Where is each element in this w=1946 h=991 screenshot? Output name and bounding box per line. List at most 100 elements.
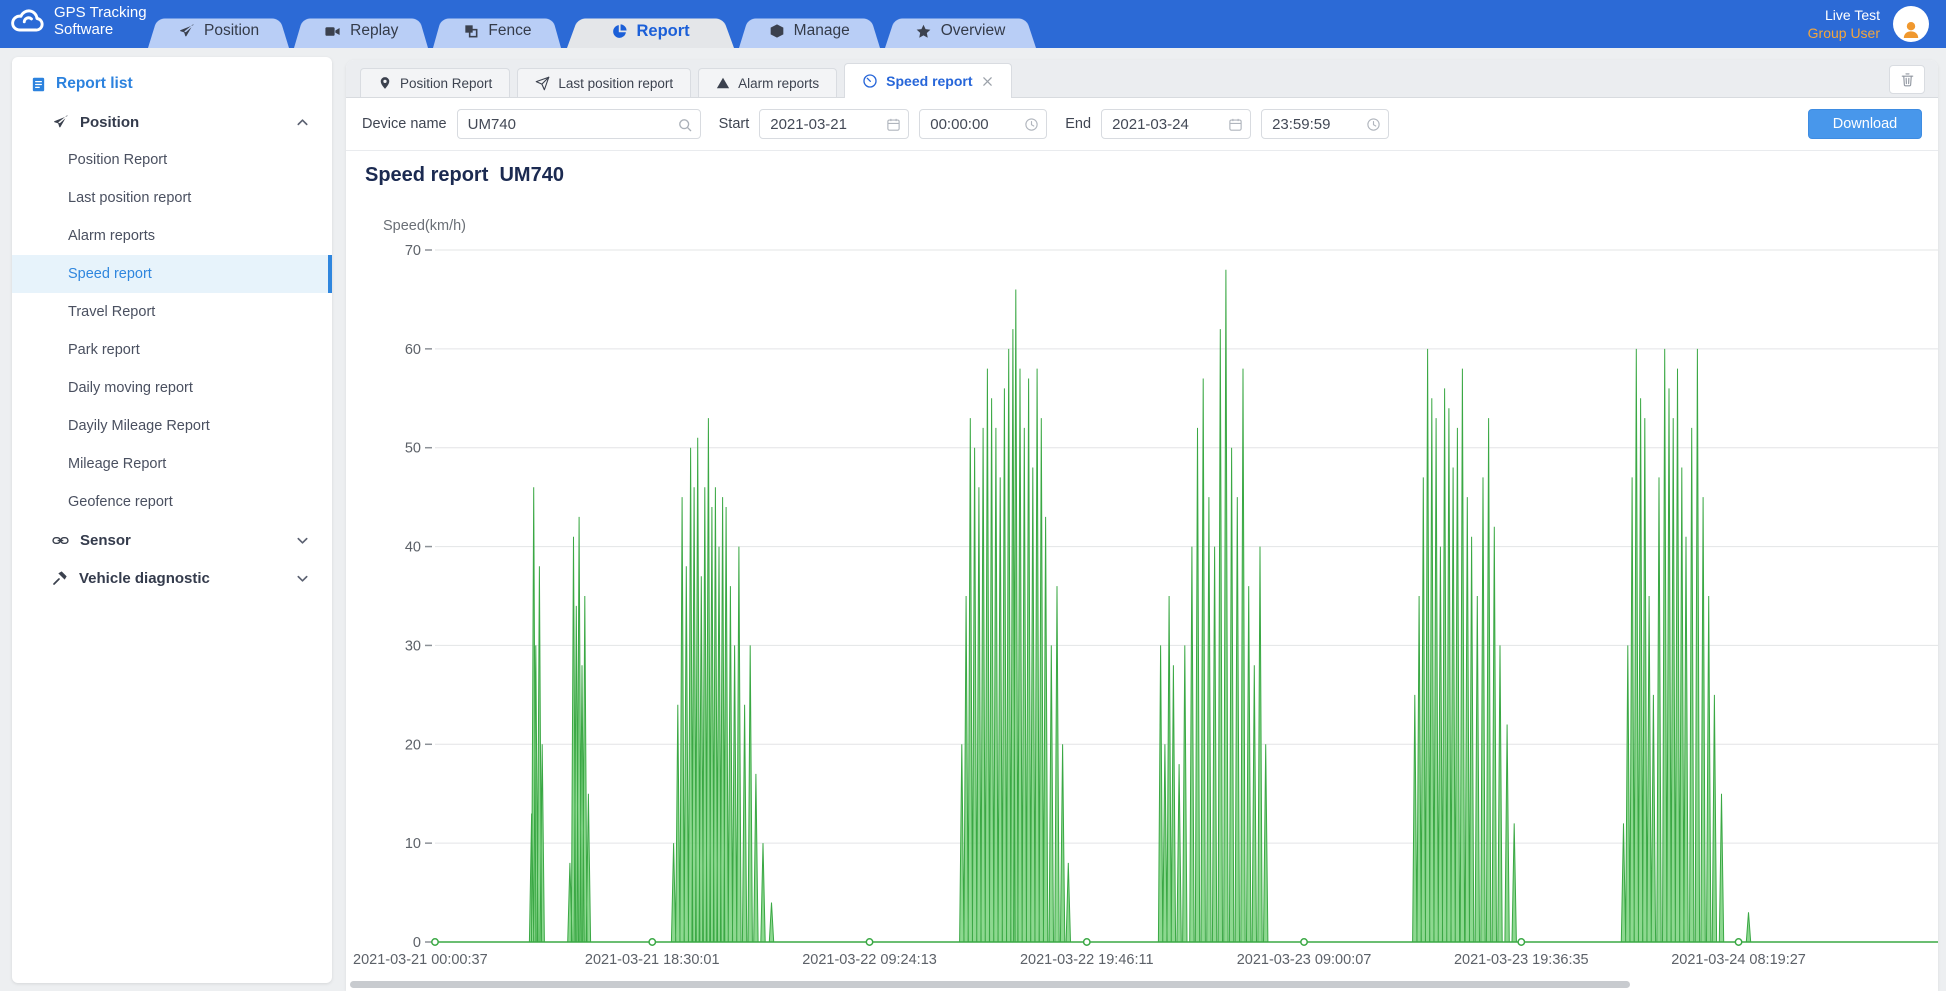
y-tick-label: 20 (405, 737, 421, 753)
y-tick-label: 50 (405, 441, 421, 457)
sidebar-sections: Position Position ReportLast position rep… (12, 103, 332, 597)
report-doc-tabs: Position Report Last position report Alarm… (360, 63, 1012, 97)
clear-tabs-button[interactable] (1889, 65, 1925, 94)
report-workspace: Position Report Last position report Alarm… (346, 60, 1938, 990)
x-tick-label: 2021-03-21 00:00:37 (353, 952, 488, 968)
nav-tab-label: Manage (794, 22, 850, 40)
sidebar-item-park-report[interactable]: Park report (12, 331, 332, 369)
person-icon (1899, 18, 1923, 42)
chart-title: Speed report UM740 (365, 164, 564, 187)
paper-plane-icon (52, 114, 69, 131)
nav-tab-overview[interactable]: Overview (885, 14, 1036, 48)
y-tick-label: 70 (405, 243, 421, 259)
doc-tab-label: Speed report (886, 73, 972, 89)
sidebar-item-mileage-report[interactable]: Mileage Report (12, 445, 332, 483)
report-tabbar: Position Report Last position report Alarm… (346, 60, 1938, 98)
y-tick-label: 60 (405, 342, 421, 358)
sidebar-section-label: Vehicle diagnostic (79, 570, 210, 587)
x-tick-label: 2021-03-22 19:46:11 (1020, 952, 1154, 968)
nav-tab-label: Replay (350, 22, 398, 40)
doc-tab-last-position-report[interactable]: Last position report (517, 68, 691, 97)
close-tab-icon[interactable] (981, 75, 994, 88)
end-label: End (1065, 116, 1091, 132)
device-name-label: Device name (362, 116, 447, 132)
speedometer-icon (862, 73, 878, 89)
sidebar-item-dayily-mileage-report[interactable]: Dayily Mileage Report (12, 407, 332, 445)
paper-plane-icon (178, 23, 195, 40)
nav-tab-label: Fence (488, 22, 531, 40)
video-camera-icon (324, 23, 341, 40)
y-tick-label: 30 (405, 638, 421, 654)
nav-tab-label: Position (204, 22, 259, 40)
x-tick-label: 2021-03-23 09:00:07 (1237, 952, 1372, 968)
sidebar-section-label: Sensor (80, 532, 131, 549)
link-icon (52, 532, 69, 549)
user-avatar[interactable] (1893, 6, 1929, 42)
app-title: GPS Tracking Software (54, 4, 147, 38)
sidebar-item-daily-moving-report[interactable]: Daily moving report (12, 369, 332, 407)
nav-tab-fence[interactable]: Fence (433, 14, 561, 48)
start-time-input[interactable] (919, 109, 1047, 139)
app-header: GPS Tracking Software Position Replay Fenc… (0, 0, 1946, 48)
x-tick-label: 2021-03-23 19:36:35 (1454, 952, 1589, 968)
x-tick-label: 2021-03-24 08:19:27 (1671, 952, 1806, 968)
sidebar-item-last-position-report[interactable]: Last position report (12, 179, 332, 217)
x-tick-marker (866, 939, 872, 945)
chevron-down-icon (295, 571, 310, 586)
doc-tab-label: Position Report (400, 76, 492, 91)
horizontal-scrollbar[interactable] (350, 981, 1630, 988)
sidebar-item-geofence-report[interactable]: Geofence report (12, 483, 332, 521)
speed-area-series (435, 270, 1938, 942)
sidebar-item-speed-report[interactable]: Speed report (12, 255, 332, 293)
x-tick-label: 2021-03-22 09:24:13 (802, 952, 937, 968)
nav-tab-label: Overview (941, 22, 1006, 40)
nav-tab-report[interactable]: Report (567, 14, 734, 48)
warning-triangle-icon (716, 76, 730, 90)
pie-chart-icon (611, 23, 628, 40)
paper-plane-outline-icon (535, 76, 550, 91)
sidebar-item-position-report[interactable]: Position Report (12, 141, 332, 179)
nav-tab-position[interactable]: Position (148, 14, 289, 48)
trash-icon (1900, 72, 1915, 87)
sidebar-section-label: Position (80, 114, 139, 131)
start-label: Start (719, 116, 750, 132)
doc-tab-label: Alarm reports (738, 76, 819, 91)
y-tick-label: 0 (413, 935, 421, 951)
speed-chart: Speed(km/h)0102030405060702021-03-21 00:… (346, 151, 1938, 991)
sidebar-item-alarm-reports[interactable]: Alarm reports (12, 217, 332, 255)
doc-tab-speed-report[interactable]: Speed report (844, 63, 1011, 98)
end-time-input[interactable] (1261, 109, 1389, 139)
chevron-up-icon (295, 115, 310, 130)
sidebar-section-sensor[interactable]: Sensor (12, 521, 332, 559)
device-name-input[interactable] (457, 109, 701, 139)
hammer-icon (52, 570, 68, 586)
sidebar-section-position[interactable]: Position (12, 103, 332, 141)
y-tick-label: 40 (405, 540, 421, 556)
cloud-logo-icon (10, 8, 46, 34)
sidebar-item-travel-report[interactable]: Travel Report (12, 293, 332, 331)
nav-tab-replay[interactable]: Replay (294, 14, 428, 48)
nav-tab-label: Report (637, 22, 690, 41)
download-button[interactable]: Download (1808, 109, 1922, 139)
start-date-input[interactable] (759, 109, 909, 139)
map-pin-icon (378, 76, 392, 90)
end-date-input[interactable] (1101, 109, 1251, 139)
doc-tab-alarm-reports[interactable]: Alarm reports (698, 68, 837, 97)
x-tick-marker (649, 939, 655, 945)
user-info[interactable]: Live Test Group User (1808, 6, 1880, 42)
app-logo: GPS Tracking Software (10, 4, 147, 38)
x-tick-marker (1301, 939, 1307, 945)
fence-icon (463, 23, 479, 39)
nav-tab-manage[interactable]: Manage (739, 14, 880, 48)
x-tick-marker (1084, 939, 1090, 945)
x-tick-marker (1735, 939, 1741, 945)
user-role: Group User (1808, 24, 1880, 42)
doc-tab-position-report[interactable]: Position Report (360, 68, 510, 97)
report-list-icon (30, 76, 47, 93)
speed-chart-section: Speed report UM740 Speed(km/h)0102030405… (346, 151, 1938, 991)
y-tick-label: 10 (405, 836, 421, 852)
cube-icon (769, 23, 785, 39)
main-nav-tabs: Position Replay Fence Report Manage Overview (148, 14, 1035, 48)
sidebar-section-vehicle-diagnostic[interactable]: Vehicle diagnostic (12, 559, 332, 597)
star-icon (915, 23, 932, 40)
